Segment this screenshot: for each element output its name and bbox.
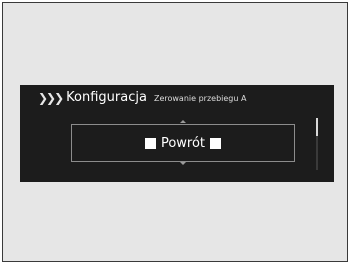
display-screen: ❯❯❯ Konfiguracja Zerowanie przebiegu A P…: [20, 85, 334, 182]
menu-title: Konfiguracja: [66, 90, 147, 105]
scroll-down-arrow-icon[interactable]: [180, 162, 186, 165]
return-option-label: Powrót: [160, 135, 206, 151]
scrollbar[interactable]: [316, 118, 318, 170]
return-option[interactable]: Powrót: [71, 124, 295, 162]
figure-frame: ❯❯❯ Konfiguracja Zerowanie przebiegu A P…: [2, 2, 348, 262]
scroll-up-arrow-icon[interactable]: [180, 120, 186, 123]
menu-subtitle: Zerowanie przebiegu A: [153, 94, 247, 103]
scrollbar-thumb[interactable]: [316, 118, 318, 136]
square-left-icon: [144, 137, 156, 149]
square-right-icon: [210, 137, 222, 149]
menu-header: ❯❯❯ Konfiguracja Zerowanie przebiegu A: [38, 90, 246, 105]
breadcrumb-chevrons-icon: ❯❯❯: [38, 91, 64, 105]
